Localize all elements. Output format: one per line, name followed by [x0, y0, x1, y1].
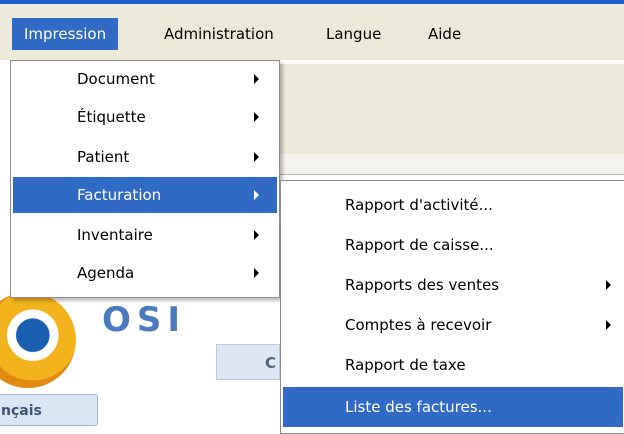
logo-text: OSI [102, 300, 187, 340]
menu-item-liste-factures[interactable]: Liste des factures... [283, 387, 623, 427]
menu-item-label: Comptes à recevoir [345, 316, 492, 334]
submenu-arrow-icon [254, 74, 259, 84]
menu-item-rapport-activite[interactable]: Rapport d'activité... [283, 187, 623, 223]
menu-item-label: Document [77, 70, 155, 88]
menu-item-rapport-taxe[interactable]: Rapport de taxe [283, 347, 623, 383]
menu-item-label: Liste des factures... [345, 398, 492, 416]
submenu-arrow-icon [254, 268, 259, 278]
menu-item-document[interactable]: Document [13, 61, 277, 97]
menu-bar: Impression Administration Langue Aide [0, 4, 624, 60]
menu-item-label: Facturation [77, 186, 162, 204]
background-button[interactable]: C [216, 344, 280, 380]
header-strip [278, 154, 624, 175]
impression-menu: Document Étiquette Patient Facturation I… [10, 60, 280, 298]
menu-item-agenda[interactable]: Agenda [13, 255, 277, 291]
toolbar-strip [278, 64, 624, 111]
menu-item-label: Rapport d'activité... [345, 196, 493, 214]
menu-item-label: Rapports des ventes [345, 276, 500, 294]
menu-item-label: Étiquette [77, 108, 146, 126]
submenu-arrow-icon [254, 152, 259, 162]
menu-item-label: Rapport de caisse... [345, 236, 494, 254]
submenu-arrow-icon [606, 280, 611, 290]
menu-impression[interactable]: Impression [12, 18, 119, 50]
menu-item-etiquette[interactable]: Étiquette [13, 99, 277, 135]
toolbar-strip-2 [278, 110, 624, 155]
menu-item-inventaire[interactable]: Inventaire [13, 217, 277, 253]
language-button[interactable]: nçais [0, 394, 98, 426]
menu-item-rapports-ventes[interactable]: Rapports des ventes [283, 267, 623, 303]
menu-item-facturation[interactable]: Facturation [13, 177, 277, 213]
menu-aide[interactable]: Aide [416, 18, 473, 50]
submenu-arrow-icon [254, 112, 259, 122]
menu-item-comptes-recevoir[interactable]: Comptes à recevoir [283, 307, 623, 343]
menu-item-label: Agenda [77, 264, 135, 282]
menu-administration[interactable]: Administration [152, 18, 286, 50]
submenu-arrow-icon [606, 320, 611, 330]
menu-item-label: Rapport de taxe [345, 356, 466, 374]
menu-item-label: Inventaire [77, 226, 153, 244]
submenu-arrow-icon [254, 230, 259, 240]
menu-item-rapport-caisse[interactable]: Rapport de caisse... [283, 227, 623, 263]
menu-langue[interactable]: Langue [314, 18, 393, 50]
submenu-arrow-icon [254, 190, 259, 200]
facturation-submenu: Rapport d'activité... Rapport de caisse.… [280, 180, 624, 434]
menu-item-patient[interactable]: Patient [13, 139, 277, 175]
menu-item-label: Patient [77, 148, 130, 166]
